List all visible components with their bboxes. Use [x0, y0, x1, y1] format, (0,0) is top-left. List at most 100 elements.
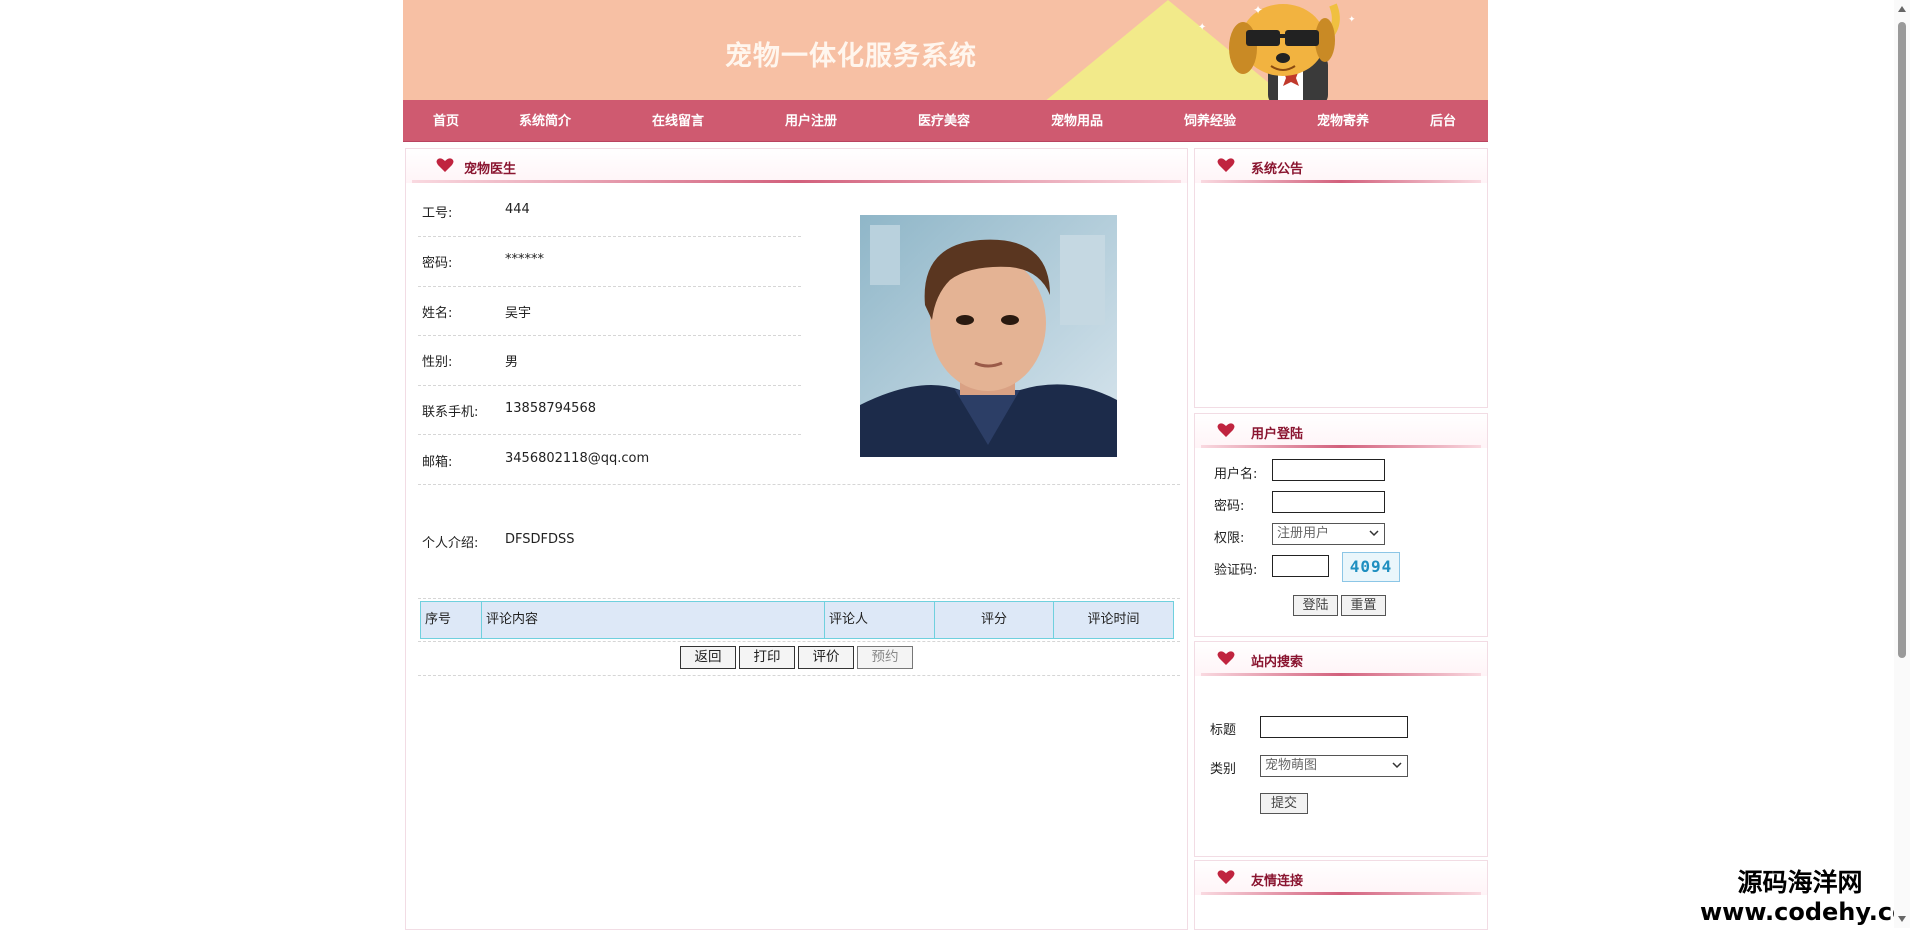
field-value-password: ******: [505, 252, 544, 267]
divider: [418, 286, 801, 287]
username-input[interactable]: [1272, 459, 1385, 481]
field-value-intro: DFSDFDSS: [505, 532, 575, 547]
password-label: 密码:: [1214, 499, 1245, 514]
field-label-email: 邮箱:: [422, 455, 453, 470]
captcha-image[interactable]: 4094: [1342, 552, 1400, 582]
scroll-down-icon[interactable]: [1898, 916, 1906, 922]
field-label-name: 姓名:: [422, 306, 453, 321]
panel-title: 系统公告: [1251, 162, 1304, 177]
role-label: 权限:: [1214, 531, 1245, 546]
panel-underline: [1201, 892, 1481, 895]
doctor-photo: [860, 215, 1117, 457]
notice-panel: 系统公告: [1194, 148, 1488, 408]
search-category-label: 类别: [1210, 762, 1237, 777]
username-label: 用户名:: [1214, 467, 1258, 482]
field-value-email: 3456802118@qq.com: [505, 451, 650, 466]
field-label-intro: 个人介绍:: [422, 536, 479, 551]
heart-icon: [1217, 423, 1235, 437]
main-nav: 首页 系统简介 在线留言 用户注册 医疗美容 宠物用品 饲养经验 宠物寄养 后台: [403, 100, 1488, 142]
nav-item-admin[interactable]: 后台: [1430, 100, 1456, 141]
divider: [418, 598, 1180, 599]
field-label-id: 工号:: [422, 206, 453, 221]
nav-item-experience[interactable]: 饲养经验: [1184, 100, 1236, 141]
panel-header: 友情连接: [1195, 861, 1487, 895]
divider: [418, 641, 1180, 642]
heart-icon: [1217, 651, 1235, 665]
dog-mascot-icon: ✦ ✦ ✦: [1198, 3, 1356, 100]
panel-underline: [412, 180, 1181, 183]
col-header-score: 评分: [935, 602, 1054, 638]
panel-header: 宠物医生: [406, 149, 1187, 183]
category-select-value: 宠物萌图: [1265, 758, 1318, 773]
svg-text:✦: ✦: [1348, 15, 1356, 25]
divider: [418, 335, 801, 336]
watermark-line2: www.codehy.com: [1700, 898, 1910, 926]
chevron-down-icon: [1369, 530, 1379, 537]
watermark: 源码海洋网 www.codehy.com: [1700, 868, 1910, 926]
divider: [418, 385, 801, 386]
divider: [418, 236, 801, 237]
password-input[interactable]: [1272, 491, 1385, 513]
role-select[interactable]: 注册用户: [1272, 523, 1385, 545]
site-title: 宠物一体化服务系统: [725, 41, 977, 72]
reset-button[interactable]: 重置: [1341, 595, 1386, 616]
search-title-input[interactable]: [1260, 716, 1408, 738]
divider: [418, 484, 1180, 485]
panel-header: 站内搜索: [1195, 642, 1487, 676]
field-label-phone: 联系手机:: [422, 405, 479, 420]
search-title-label: 标题: [1210, 723, 1237, 738]
panel-underline: [1201, 445, 1481, 448]
nav-item-register[interactable]: 用户注册: [785, 100, 837, 141]
print-button[interactable]: 打印: [739, 646, 795, 669]
panel-title: 站内搜索: [1251, 655, 1304, 670]
scroll-up-icon[interactable]: [1898, 6, 1906, 12]
nav-item-medical[interactable]: 医疗美容: [918, 100, 970, 141]
header-banner: 宠物一体化服务系统 ✦ ✦ ✦: [403, 0, 1488, 100]
panel-underline: [1201, 180, 1481, 183]
login-button[interactable]: 登陆: [1293, 595, 1338, 616]
divider: [418, 675, 1180, 676]
svg-text:✦: ✦: [1198, 22, 1206, 33]
panel-title: 宠物医生: [464, 162, 517, 177]
captcha-input[interactable]: [1272, 555, 1329, 577]
field-value-phone: 13858794568: [505, 401, 596, 416]
vertical-scrollbar[interactable]: [1894, 0, 1910, 928]
nav-item-supplies[interactable]: 宠物用品: [1051, 100, 1103, 141]
doctor-detail-panel: 宠物医生 工号: 444 密码: ****** 姓名: 吴宇 性别: 男 联系手…: [405, 148, 1188, 930]
back-button[interactable]: 返回: [680, 646, 736, 669]
heart-icon: [436, 158, 454, 172]
nav-item-home[interactable]: 首页: [433, 100, 459, 141]
scrollbar-thumb[interactable]: [1898, 22, 1906, 658]
book-button[interactable]: 预约: [857, 646, 913, 669]
panel-title: 用户登陆: [1251, 427, 1304, 442]
captcha-label: 验证码:: [1214, 563, 1258, 578]
nav-item-about[interactable]: 系统简介: [519, 100, 571, 141]
comments-table: 序号 评论内容 评论人 评分 评论时间: [420, 601, 1174, 639]
rate-button[interactable]: 评价: [798, 646, 854, 669]
site-container: 宠物一体化服务系统 ✦ ✦ ✦ 首页 系统简介 在线留言 用户注册 医疗美容 宠…: [403, 0, 1488, 930]
col-header-index: 序号: [421, 602, 482, 638]
nav-item-boarding[interactable]: 宠物寄养: [1317, 100, 1369, 141]
watermark-line1: 源码海洋网: [1737, 868, 1863, 897]
panel-header: 用户登陆: [1195, 414, 1487, 448]
col-header-author: 评论人: [825, 602, 935, 638]
links-panel: 友情连接: [1194, 860, 1488, 930]
search-category-select[interactable]: 宠物萌图: [1260, 755, 1408, 777]
chevron-down-icon: [1392, 762, 1402, 769]
field-label-gender: 性别:: [422, 355, 453, 370]
panel-title: 友情连接: [1251, 874, 1304, 889]
field-value-name: 吴宇: [505, 306, 532, 321]
role-select-value: 注册用户: [1277, 526, 1330, 541]
panel-underline: [1201, 673, 1481, 676]
panel-header: 系统公告: [1195, 149, 1487, 183]
field-label-password: 密码:: [422, 256, 453, 271]
divider: [418, 434, 801, 435]
search-submit-button[interactable]: 提交: [1260, 793, 1308, 814]
heart-icon: [1217, 158, 1235, 172]
field-value-id: 444: [505, 202, 530, 217]
col-header-time: 评论时间: [1087, 612, 1140, 627]
login-panel: 用户登陆 用户名: 密码: 权限: 注册用户 验证码: 4094 登陆 重置: [1194, 413, 1488, 637]
nav-item-message[interactable]: 在线留言: [652, 100, 704, 141]
svg-text:✦: ✦: [1253, 3, 1263, 17]
search-panel: 站内搜索 标题 类别 宠物萌图 提交: [1194, 641, 1488, 857]
